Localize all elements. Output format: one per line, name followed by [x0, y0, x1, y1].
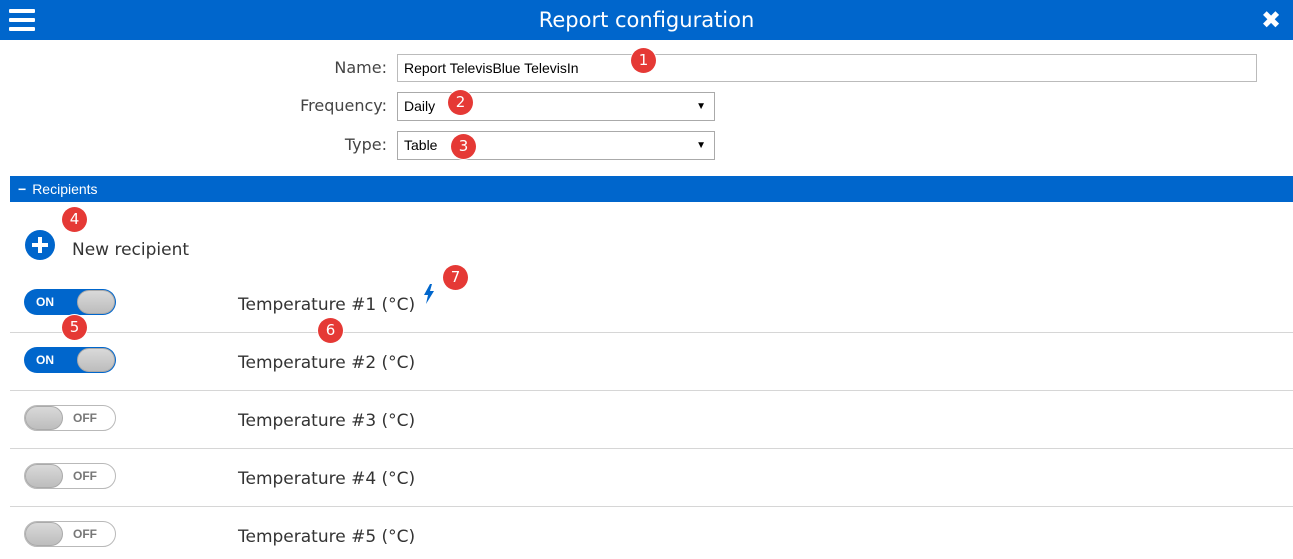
toggle-state: OFF — [73, 411, 97, 425]
list-item: OFF Temperature #3 (°C) — [10, 391, 1293, 449]
toggle-switch[interactable]: ON — [24, 289, 116, 315]
toggle-switch[interactable]: OFF — [24, 463, 116, 489]
recipient-label: Temperature #4 (°C) — [238, 469, 416, 489]
page-title: Report configuration — [538, 8, 755, 32]
frequency-selected-value: Daily — [404, 98, 436, 114]
list-item: ON Temperature #2 (°C) — [10, 333, 1293, 391]
annotation-badge-4: 4 — [62, 207, 87, 232]
toggle-knob — [25, 464, 63, 488]
dropdown-arrow-icon: ▼ — [696, 140, 706, 151]
toggle-switch[interactable]: ON — [24, 347, 116, 373]
name-label: Name: — [334, 58, 387, 77]
toggle-state: ON — [36, 353, 54, 367]
recipients-section-header[interactable]: − Recipients — [10, 176, 1293, 202]
recipient-label: Temperature #1 (°C) — [238, 295, 416, 315]
toggle-switch[interactable]: OFF — [24, 521, 116, 547]
frequency-select[interactable]: Daily ▼ — [397, 92, 715, 121]
toggle-knob — [25, 406, 63, 430]
recipient-label: Temperature #3 (°C) — [238, 411, 416, 431]
title-bar: Report configuration ✖ — [0, 0, 1293, 40]
name-input[interactable] — [397, 54, 1257, 82]
annotation-badge-1: 1 — [631, 48, 656, 73]
recipient-label: Temperature #5 (°C) — [238, 527, 416, 547]
type-label: Type: — [344, 135, 387, 154]
recipient-label: Temperature #2 (°C) — [238, 353, 416, 373]
list-item: OFF Temperature #5 (°C) — [10, 507, 1293, 559]
type-select[interactable]: Table ▼ — [397, 131, 715, 160]
close-icon[interactable]: ✖ — [1259, 6, 1283, 34]
type-selected-value: Table — [404, 137, 438, 153]
toggle-state: ON — [36, 295, 54, 309]
toggle-state: OFF — [73, 469, 97, 483]
toggle-state: OFF — [73, 527, 97, 541]
toggle-knob — [77, 290, 115, 314]
annotation-badge-7: 7 — [443, 265, 468, 290]
annotation-badge-2: 2 — [448, 90, 473, 115]
frequency-label: Frequency: — [300, 96, 387, 115]
add-circle-icon[interactable] — [25, 230, 55, 260]
type-row: Type: Table ▼ — [0, 131, 1293, 160]
list-item: ON Temperature #1 (°C) — [10, 275, 1293, 333]
collapse-icon: − — [18, 181, 27, 197]
recipients-section-title: Recipients — [32, 181, 98, 197]
toggle-knob — [77, 348, 115, 372]
toggle-switch[interactable]: OFF — [24, 405, 116, 431]
dropdown-arrow-icon: ▼ — [696, 101, 706, 112]
toggle-knob — [25, 522, 63, 546]
annotation-badge-3: 3 — [451, 134, 476, 159]
lightning-bolt-icon — [424, 284, 434, 304]
new-recipient-link[interactable]: New recipient — [72, 240, 189, 260]
list-item: OFF Temperature #4 (°C) — [10, 449, 1293, 507]
frequency-row: Frequency: Daily ▼ — [0, 92, 1293, 121]
